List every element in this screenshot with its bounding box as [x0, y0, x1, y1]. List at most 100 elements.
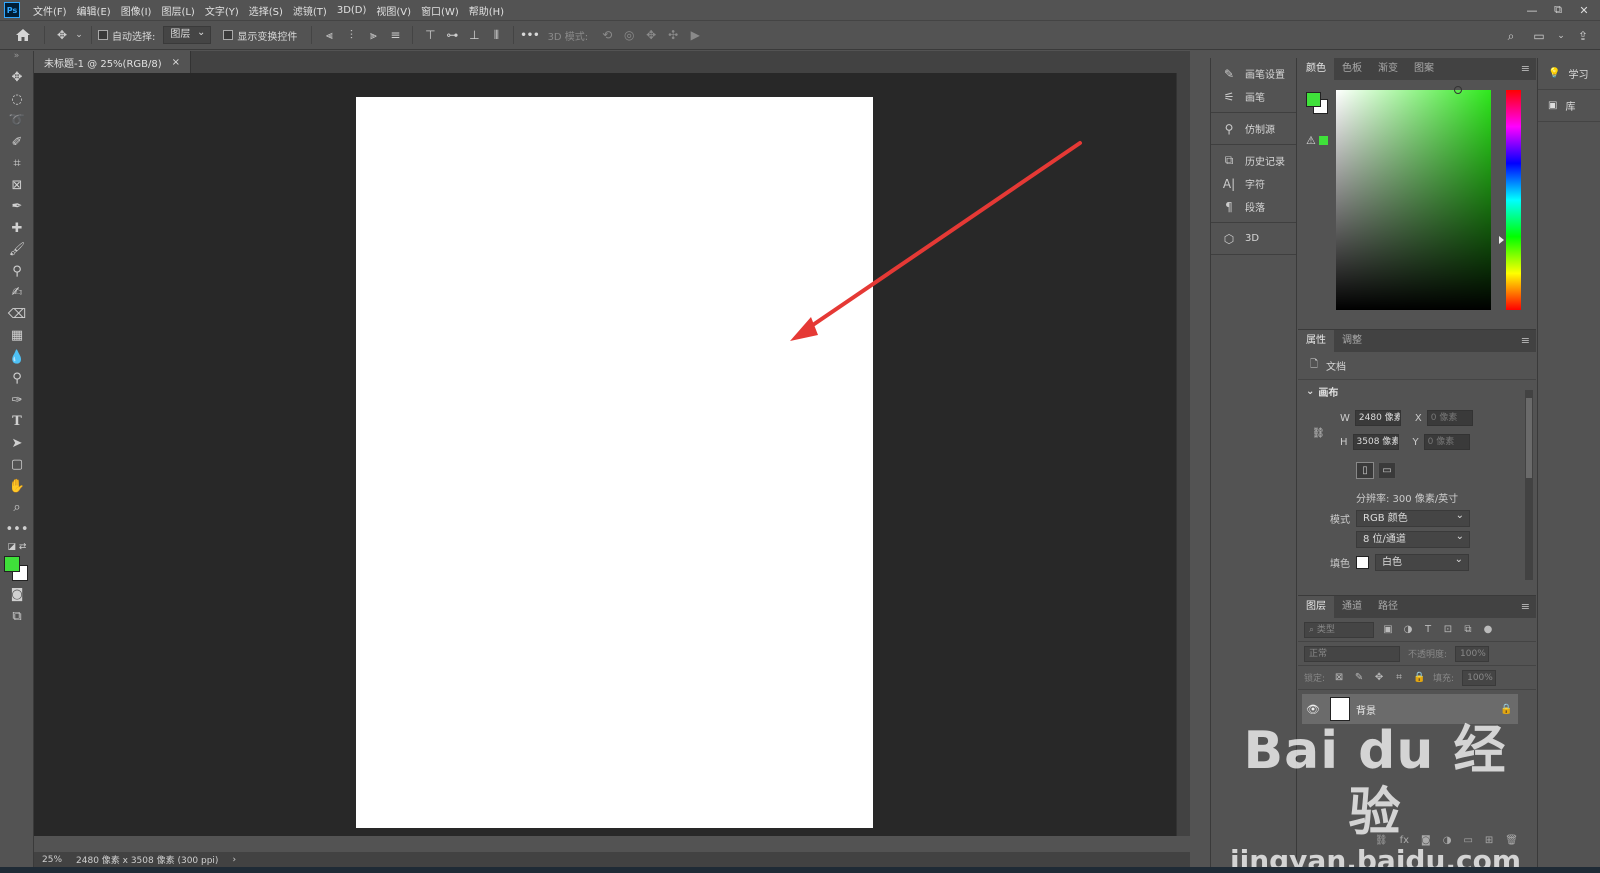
- mode-select[interactable]: RGB 颜色: [1356, 508, 1470, 527]
- gamut-swatch[interactable]: [1318, 136, 1328, 145]
- tab-patterns[interactable]: 图案: [1406, 58, 1442, 80]
- portrait-orientation-icon[interactable]: ▯: [1356, 462, 1374, 479]
- blur-tool-icon[interactable]: 💧: [0, 347, 34, 369]
- x-input[interactable]: 0 像素: [1426, 410, 1473, 426]
- width-input[interactable]: 2480 像素: [1354, 410, 1401, 426]
- panel-libraries[interactable]: ▣ 库: [1538, 90, 1600, 122]
- tab-adjustments[interactable]: 调整: [1334, 330, 1370, 352]
- tab-paths[interactable]: 路径: [1370, 596, 1406, 618]
- gradient-tool-icon[interactable]: ▦: [0, 325, 34, 347]
- tab-gradients[interactable]: 渐变: [1370, 58, 1406, 80]
- show-transform-checkbox[interactable]: [223, 30, 234, 40]
- panel-clone-source[interactable]: ⚲ 仿制源: [1211, 117, 1296, 140]
- menu-type[interactable]: 文字(Y): [200, 3, 244, 18]
- marquee-tool-icon[interactable]: ◌: [0, 89, 34, 111]
- more-options-button[interactable]: •••: [520, 30, 539, 41]
- document-tab[interactable]: 未标题-1 @ 25%(RGB/8) ×: [34, 51, 192, 73]
- tab-swatches[interactable]: 色板: [1334, 58, 1370, 80]
- align-right-icon[interactable]: ⫸: [362, 24, 384, 46]
- fill-color-swatch[interactable]: [1356, 556, 1369, 569]
- healing-brush-tool-icon[interactable]: ✚: [0, 218, 34, 240]
- 3d-orbit-icon[interactable]: ⟲: [596, 24, 618, 46]
- align-vcenter-icon[interactable]: ⊶: [441, 24, 463, 46]
- menu-select[interactable]: 选择(S): [244, 3, 288, 18]
- menu-image[interactable]: 图像(I): [116, 3, 157, 18]
- panel-menu-icon[interactable]: ≡: [1521, 600, 1530, 613]
- filter-adjustment-icon[interactable]: ◑: [1402, 624, 1414, 635]
- hue-slider[interactable]: [1506, 90, 1521, 310]
- align-top-icon[interactable]: ⊤: [419, 24, 441, 46]
- close-window-button[interactable]: ✕: [1576, 4, 1592, 17]
- panel-menu-icon[interactable]: ≡: [1521, 334, 1530, 347]
- close-tab-icon[interactable]: ×: [172, 57, 180, 68]
- canvas-area[interactable]: [34, 73, 1176, 836]
- auto-select-checkbox[interactable]: [98, 30, 108, 40]
- visibility-eye-icon[interactable]: 👁: [1302, 703, 1324, 716]
- fill-input[interactable]: 100%: [1462, 669, 1497, 686]
- panel-brushes[interactable]: ⚟ 画笔: [1211, 85, 1296, 108]
- filter-smart-object-icon[interactable]: ⧉: [1462, 624, 1474, 635]
- restore-button[interactable]: ⧉: [1550, 3, 1566, 17]
- menu-view[interactable]: 视图(V): [371, 3, 416, 18]
- rectangle-tool-icon[interactable]: ▢: [0, 454, 34, 476]
- properties-scrollbar[interactable]: [1525, 390, 1533, 580]
- properties-scrollbar-thumb[interactable]: [1526, 398, 1532, 478]
- quick-mask-icon[interactable]: ◙: [0, 584, 34, 606]
- tab-properties[interactable]: 属性: [1298, 330, 1334, 352]
- menu-help[interactable]: 帮助(H): [464, 3, 509, 18]
- distribute-horizontal-icon[interactable]: ⦀: [485, 24, 507, 46]
- color-picker-field[interactable]: [1336, 90, 1491, 310]
- foreground-color-swatch[interactable]: [4, 556, 20, 572]
- move-tool-icon[interactable]: ✥: [51, 24, 73, 46]
- eraser-tool-icon[interactable]: ⌫: [0, 304, 34, 326]
- home-icon[interactable]: [8, 21, 38, 49]
- 3d-pan-icon[interactable]: ✥: [640, 24, 662, 46]
- move-tool-icon[interactable]: ✥: [0, 67, 34, 89]
- toolbar-collapse-icon[interactable]: »: [0, 51, 33, 67]
- menu-layer[interactable]: 图层(L): [156, 3, 199, 18]
- filter-pixel-icon[interactable]: ▣: [1382, 624, 1394, 635]
- filter-shape-icon[interactable]: ⊡: [1442, 624, 1454, 635]
- panel-brush-settings[interactable]: ✎ 画笔设置: [1211, 62, 1296, 85]
- landscape-orientation-icon[interactable]: ▭: [1378, 462, 1396, 479]
- lock-all-icon[interactable]: 🔒: [1413, 672, 1425, 683]
- zoom-tool-icon[interactable]: ⌕: [0, 497, 34, 519]
- share-icon[interactable]: ⇪: [1572, 25, 1594, 47]
- 3d-slide-icon[interactable]: ✣: [662, 24, 684, 46]
- lasso-tool-icon[interactable]: ➰: [0, 110, 34, 132]
- layer-filter-select[interactable]: ⌕ 类型: [1304, 621, 1374, 638]
- zoom-level[interactable]: 25%: [42, 855, 62, 865]
- filter-type-icon[interactable]: T: [1422, 624, 1434, 635]
- 3d-camera-icon[interactable]: ▶: [684, 24, 706, 46]
- gamut-warning[interactable]: ⚠: [1306, 134, 1328, 147]
- clone-stamp-tool-icon[interactable]: ⚲: [0, 261, 34, 283]
- frame-tool-icon[interactable]: ⊠: [0, 175, 34, 197]
- menu-file[interactable]: 文件(F): [28, 3, 72, 18]
- edit-toolbar-icon[interactable]: •••: [0, 519, 34, 541]
- menu-edit[interactable]: 编辑(E): [72, 3, 116, 18]
- hand-tool-icon[interactable]: ✋: [0, 476, 34, 498]
- y-input[interactable]: 0 像素: [1423, 434, 1470, 450]
- status-arrow-icon[interactable]: ›: [232, 855, 236, 865]
- swap-colors-icon[interactable]: ◪ ⇄: [0, 540, 34, 554]
- panel-paragraph[interactable]: ¶ 段落: [1211, 195, 1296, 218]
- panel-history[interactable]: ⧉ 历史记录: [1211, 149, 1296, 172]
- fill-select[interactable]: 白色: [1375, 552, 1469, 571]
- crop-tool-icon[interactable]: ⌗: [0, 153, 34, 175]
- dodge-tool-icon[interactable]: ⚲: [0, 368, 34, 390]
- tool-preset-chevron-icon[interactable]: ⌄: [73, 24, 85, 46]
- tab-layers[interactable]: 图层: [1298, 596, 1334, 618]
- panel-learn[interactable]: 💡 学习: [1538, 58, 1600, 90]
- panel-menu-icon[interactable]: ≡: [1521, 62, 1530, 75]
- minimize-button[interactable]: —: [1524, 4, 1540, 17]
- lock-transparent-icon[interactable]: ⊠: [1333, 672, 1345, 683]
- menu-3d[interactable]: 3D(D): [332, 5, 372, 16]
- tab-color[interactable]: 颜色: [1298, 58, 1334, 80]
- brush-tool-icon[interactable]: 🖌: [0, 239, 34, 261]
- quick-select-tool-icon[interactable]: ✐: [0, 132, 34, 154]
- canvas-vertical-scrollbar[interactable]: [1176, 73, 1190, 836]
- search-icon[interactable]: ⌕: [1500, 25, 1522, 47]
- align-left-icon[interactable]: ⫷: [318, 24, 340, 46]
- menu-window[interactable]: 窗口(W): [416, 3, 464, 18]
- canvas-section-header[interactable]: ⌄ 画布: [1298, 380, 1536, 402]
